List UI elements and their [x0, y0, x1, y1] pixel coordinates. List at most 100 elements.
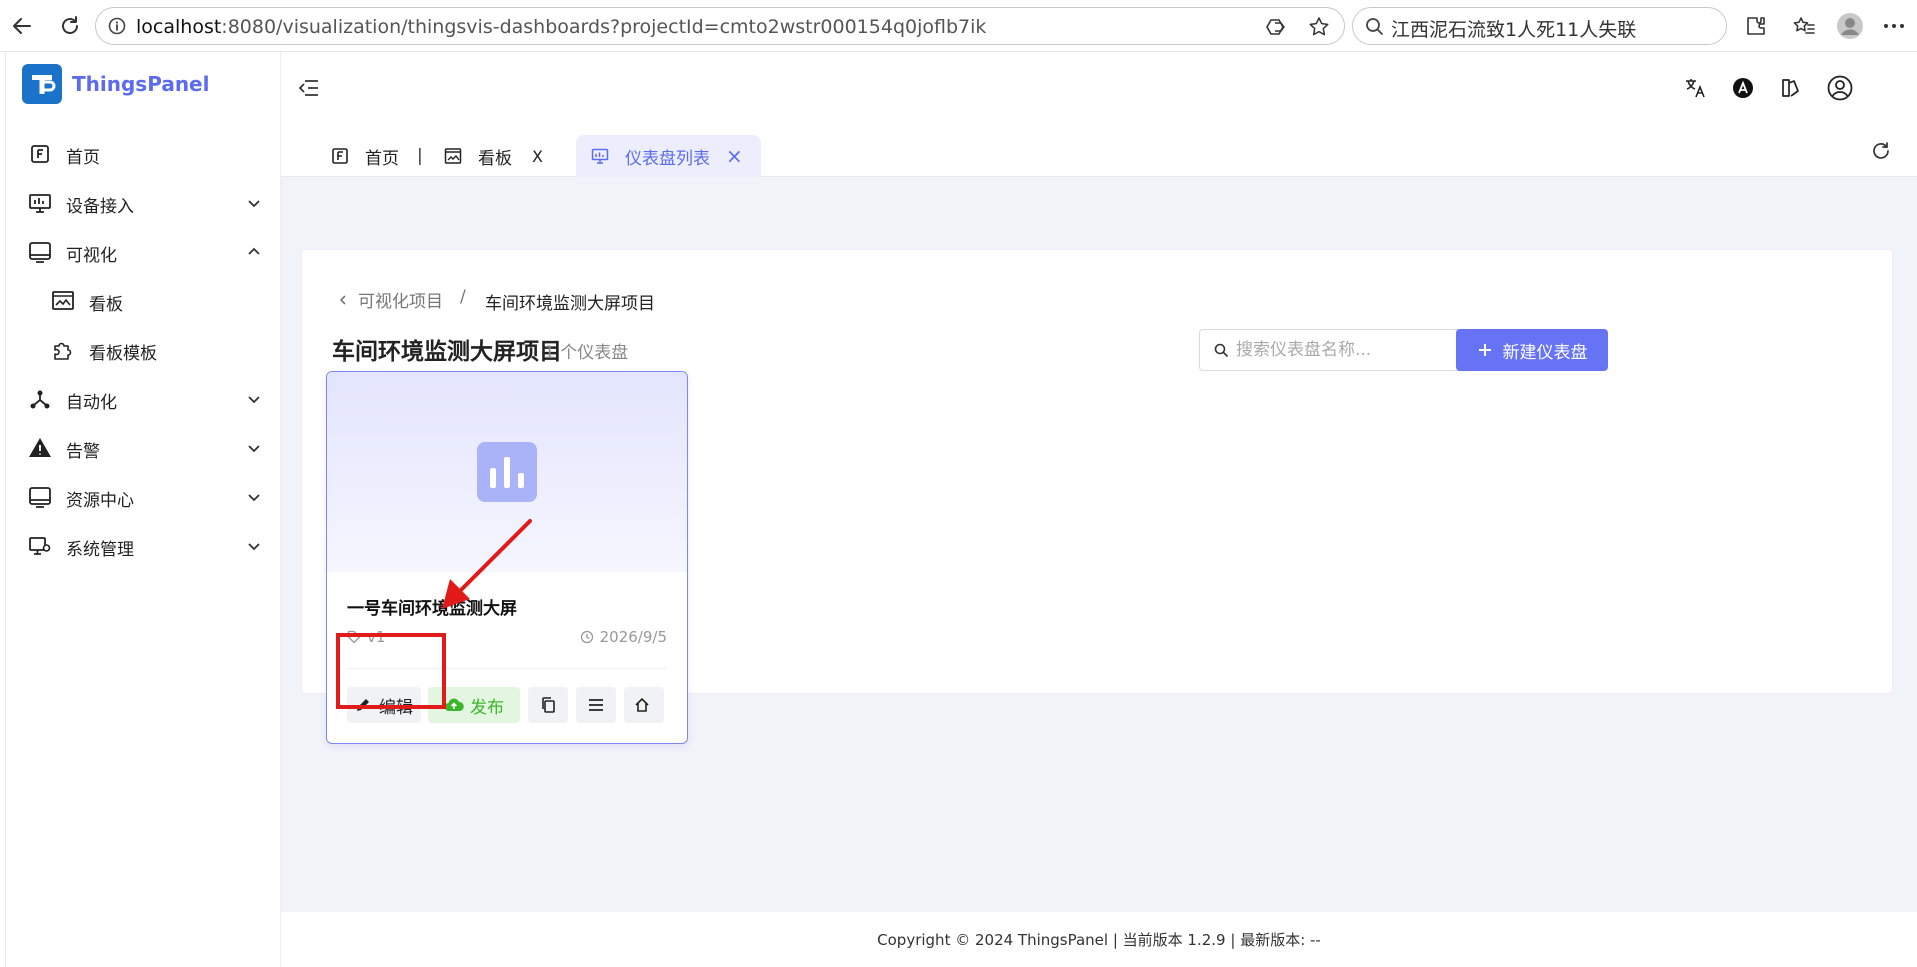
breadcrumb-current: 车间环境监测大屏项目	[485, 294, 655, 314]
layout-style-icon[interactable]	[1777, 74, 1805, 102]
publish-label: 发布	[470, 697, 504, 718]
tab-label: 看板	[478, 148, 512, 169]
translate-icon[interactable]	[1681, 74, 1709, 102]
sidebar-item-label: 自动化	[66, 393, 117, 413]
page-title: 车间环境监测大屏项目	[332, 339, 562, 365]
theme-a-icon[interactable]	[1729, 74, 1757, 102]
dashboard-count: 1 个仪表盘	[544, 343, 629, 363]
refresh-icon[interactable]	[54, 10, 86, 42]
puzzle-icon	[54, 342, 72, 360]
sidebar-item-dashboard[interactable]: 看板	[6, 277, 282, 325]
sidebar-item-resource-center[interactable]: 资源中心	[6, 473, 282, 521]
sidebar-item-home[interactable]: 首页	[6, 130, 282, 178]
user-account-icon[interactable]	[1826, 74, 1854, 102]
set-home-button[interactable]	[624, 687, 664, 723]
clock-icon	[580, 630, 593, 644]
sidebar-item-label: 看板	[89, 295, 123, 315]
chevron-up-icon	[248, 247, 260, 255]
copy-icon	[542, 697, 555, 713]
annotation-arrow-icon	[442, 519, 532, 609]
monitor-icon	[29, 194, 51, 213]
back-arrow-icon[interactable]	[6, 10, 38, 42]
chevron-down-icon	[248, 396, 260, 404]
display-icon	[29, 487, 51, 508]
cloud-upload-icon	[444, 698, 464, 712]
browser-search-text: 江西泥石流致1人死11人失联	[1391, 19, 1637, 41]
sidebar-item-label: 看板模板	[89, 344, 157, 364]
tab-label: 首页	[365, 148, 399, 169]
address-bar[interactable]: localhost:8080/visualization/thingsvis-d…	[95, 7, 1345, 45]
new-dashboard-label: 新建仪表盘	[1502, 342, 1588, 363]
chevron-down-icon	[248, 494, 260, 502]
collapse-menu-icon[interactable]	[295, 74, 323, 102]
new-dashboard-button[interactable]: 新建仪表盘	[1456, 329, 1608, 371]
chevron-down-icon	[248, 543, 260, 551]
tab-separator: |	[417, 146, 423, 166]
sidebar-item-label: 首页	[66, 148, 100, 168]
footer-copyright: Copyright © 2024 ThingsPanel | 当前版本 1.2.…	[281, 912, 1917, 967]
tab-close-icon[interactable]: ×	[726, 144, 743, 168]
plus-icon	[1478, 344, 1491, 356]
sidebar: ThingsPanel 首页 设备接入 可视化 看板 看板模板 自动化 告警 资…	[5, 52, 281, 967]
breadcrumb-parent[interactable]: 可视化项目	[358, 287, 443, 312]
home-icon	[635, 697, 649, 712]
card-date: 2026/9/5	[580, 628, 667, 646]
copy-button[interactable]	[528, 687, 568, 723]
sidebar-item-device-access[interactable]: 设备接入	[6, 179, 282, 227]
flow-icon	[30, 390, 50, 409]
logo[interactable]: ThingsPanel	[22, 64, 209, 104]
favorite-star-icon[interactable]	[1308, 16, 1330, 38]
chevron-down-icon	[248, 445, 260, 453]
home-f-icon	[332, 148, 348, 164]
brand-name: ThingsPanel	[72, 72, 210, 96]
sidebar-item-label: 设备接入	[66, 197, 134, 217]
extensions-icon[interactable]	[1740, 10, 1772, 42]
tab-close-icon[interactable]: X	[532, 147, 543, 166]
search-icon	[1214, 343, 1228, 357]
breadcrumb-back[interactable]: 可视化项目	[338, 287, 443, 312]
info-icon[interactable]	[108, 17, 126, 35]
home-f-icon	[31, 145, 49, 163]
chevron-left-icon	[339, 294, 346, 305]
dashboard-list-panel: 可视化项目 / 车间环境监测大屏项目 车间环境监测大屏项目 1 个仪表盘 搜索仪…	[301, 249, 1893, 744]
sidebar-item-system-management[interactable]: 系统管理	[6, 522, 282, 570]
dashboard-image-icon	[52, 291, 74, 310]
app-header	[281, 52, 1917, 123]
settings-monitor-icon	[29, 537, 51, 555]
search-placeholder: 搜索仪表盘名称...	[1236, 340, 1372, 360]
dashboard-image-icon	[444, 148, 462, 164]
sidebar-item-label: 资源中心	[66, 491, 134, 511]
sidebar-item-dashboard-template[interactable]: 看板模板	[6, 326, 282, 374]
bar-chart-icon	[477, 442, 537, 502]
favorites-list-icon[interactable]	[1788, 10, 1820, 42]
tab-dashboard-list[interactable]: 仪表盘列表 ×	[576, 135, 761, 177]
more-menu-icon[interactable]	[1878, 10, 1910, 42]
logo-mark-icon	[22, 64, 62, 104]
url-host: localhost	[136, 16, 222, 38]
tab-home[interactable]: 首页 |	[331, 135, 423, 177]
search-icon	[1366, 18, 1383, 35]
tab-bar: 首页 | 看板 X 仪表盘列表 ×	[281, 123, 1917, 177]
sidebar-item-visualization[interactable]: 可视化	[6, 228, 282, 276]
app-root: ThingsPanel 首页 设备接入 可视化 看板 看板模板 自动化 告警 资…	[0, 52, 1917, 967]
dashboard-search-input[interactable]: 搜索仪表盘名称...	[1199, 329, 1499, 371]
browser-search-bar[interactable]: 江西泥石流致1人死11人失联	[1352, 7, 1727, 45]
display-icon	[29, 242, 51, 263]
sidebar-item-automation[interactable]: 自动化	[6, 375, 282, 423]
copilot-icon[interactable]	[1266, 17, 1288, 37]
sidebar-item-label: 系统管理	[66, 540, 134, 560]
profile-avatar-icon[interactable]	[1834, 10, 1866, 42]
tab-label: 仪表盘列表	[625, 148, 710, 169]
breadcrumb-separator: /	[460, 287, 466, 307]
url-path: :8080/visualization/thingsvis-dashboards…	[221, 16, 987, 38]
annotation-highlight-box	[336, 633, 446, 709]
url-text[interactable]: localhost:8080/visualization/thingsvis-d…	[136, 16, 986, 38]
warning-icon	[29, 438, 51, 457]
card-date-text: 2026/9/5	[599, 628, 667, 646]
sidebar-item-alarm[interactable]: 告警	[6, 424, 282, 472]
reload-tab-icon[interactable]	[1867, 137, 1895, 165]
chevron-down-icon	[248, 200, 260, 208]
tab-dashboard[interactable]: 看板 X	[444, 135, 543, 177]
browser-chrome: localhost:8080/visualization/thingsvis-d…	[0, 0, 1917, 52]
more-menu-button[interactable]	[576, 687, 616, 723]
